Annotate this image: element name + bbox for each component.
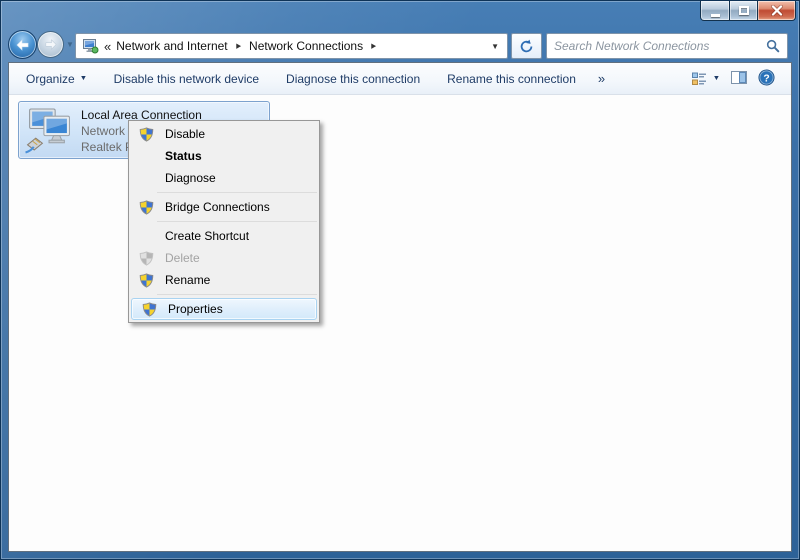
uac-shield-icon <box>129 272 154 288</box>
menu-item-disable[interactable]: Disable <box>129 123 319 145</box>
refresh-button[interactable] <box>511 33 542 59</box>
diagnose-connection-label: Diagnose this connection <box>286 71 421 86</box>
forward-arrow-icon <box>45 39 57 50</box>
svg-text:?: ? <box>763 73 769 84</box>
minimize-button[interactable] <box>700 1 730 21</box>
organize-label: Organize <box>26 71 75 86</box>
menu-separator <box>157 221 317 222</box>
menu-item-label: Disable <box>165 127 206 141</box>
uac-shield-icon <box>132 301 157 317</box>
toolbar-overflow-chevron[interactable]: » <box>598 71 605 86</box>
network-connections-icon[interactable] <box>82 38 99 54</box>
disable-device-label: Disable this network device <box>113 71 260 86</box>
change-view-button[interactable]: ▼ <box>692 72 720 86</box>
explorer-window: ▼ « Network and Internet ▶ Network Conne… <box>0 0 800 560</box>
menu-item-label: Create Shortcut <box>165 229 250 243</box>
diagnose-connection-button[interactable]: Diagnose this connection <box>286 72 420 86</box>
back-arrow-icon <box>16 38 29 51</box>
refresh-icon <box>520 39 533 52</box>
breadcrumb-overflow-chevron[interactable]: « <box>104 39 111 54</box>
menu-item-properties[interactable]: Properties <box>131 298 317 320</box>
menu-item-label: Status <box>165 149 202 163</box>
menu-item-bridge-connections[interactable]: Bridge Connections <box>129 196 319 218</box>
recent-pages-dropdown[interactable]: ▼ <box>66 40 74 49</box>
menu-item-label: Rename <box>165 273 211 287</box>
rename-connection-label: Rename this connection <box>447 71 576 86</box>
menu-item-label: Bridge Connections <box>165 200 270 214</box>
search-box[interactable] <box>546 33 788 59</box>
preview-pane-icon <box>731 70 747 84</box>
maximize-icon <box>738 6 749 15</box>
breadcrumb-separator-icon[interactable]: ▶ <box>233 42 243 50</box>
uac-shield-icon-disabled <box>129 250 154 266</box>
window-controls <box>700 1 796 21</box>
menu-item-diagnose[interactable]: Diagnose <box>129 167 319 189</box>
preview-pane-button[interactable] <box>731 70 747 87</box>
uac-shield-icon <box>129 199 154 215</box>
menu-item-rename[interactable]: Rename <box>129 269 319 291</box>
organize-button[interactable]: Organize ▼ <box>26 72 87 86</box>
close-button[interactable] <box>758 1 796 21</box>
menu-item-status[interactable]: Status <box>129 145 319 167</box>
back-button[interactable] <box>8 30 37 59</box>
help-button[interactable]: ? <box>758 68 775 89</box>
menu-item-create-shortcut[interactable]: Create Shortcut <box>129 225 319 247</box>
command-toolbar: Organize ▼ Disable this network device D… <box>9 63 791 95</box>
breadcrumb-network-connections[interactable]: Network Connections <box>249 39 363 53</box>
breadcrumb-network-and-internet[interactable]: Network and Internet <box>116 39 227 53</box>
uac-shield-icon <box>129 126 154 142</box>
rename-connection-button[interactable]: Rename this connection <box>447 72 576 86</box>
menu-separator <box>157 294 317 295</box>
menu-item-label: Delete <box>165 251 200 265</box>
menu-item-delete: Delete <box>129 247 319 269</box>
close-icon <box>770 5 783 16</box>
chevron-down-icon: ▼ <box>712 75 721 82</box>
search-input[interactable] <box>554 39 766 53</box>
address-dropdown-arrow[interactable]: ▼ <box>491 42 501 51</box>
forward-button[interactable] <box>37 31 64 58</box>
breadcrumb-separator-icon[interactable]: ▶ <box>369 42 379 50</box>
maximize-button[interactable] <box>730 1 758 21</box>
views-icon <box>692 72 707 85</box>
network-adapter-icon <box>25 108 70 153</box>
disable-device-button[interactable]: Disable this network device <box>114 72 259 86</box>
chevron-down-icon: ▼ <box>79 75 87 82</box>
help-icon: ? <box>758 68 775 86</box>
minimize-icon <box>710 13 720 17</box>
address-bar[interactable]: « Network and Internet ▶ Network Connect… <box>75 33 508 59</box>
context-menu: Disable Status Diagnose Bridge Connectio… <box>128 120 320 323</box>
toolbar-right-group: ▼ ? <box>692 63 775 94</box>
menu-item-label: Properties <box>168 302 223 316</box>
search-icon <box>766 39 780 53</box>
menu-separator <box>157 192 317 193</box>
menu-item-label: Diagnose <box>165 171 216 185</box>
